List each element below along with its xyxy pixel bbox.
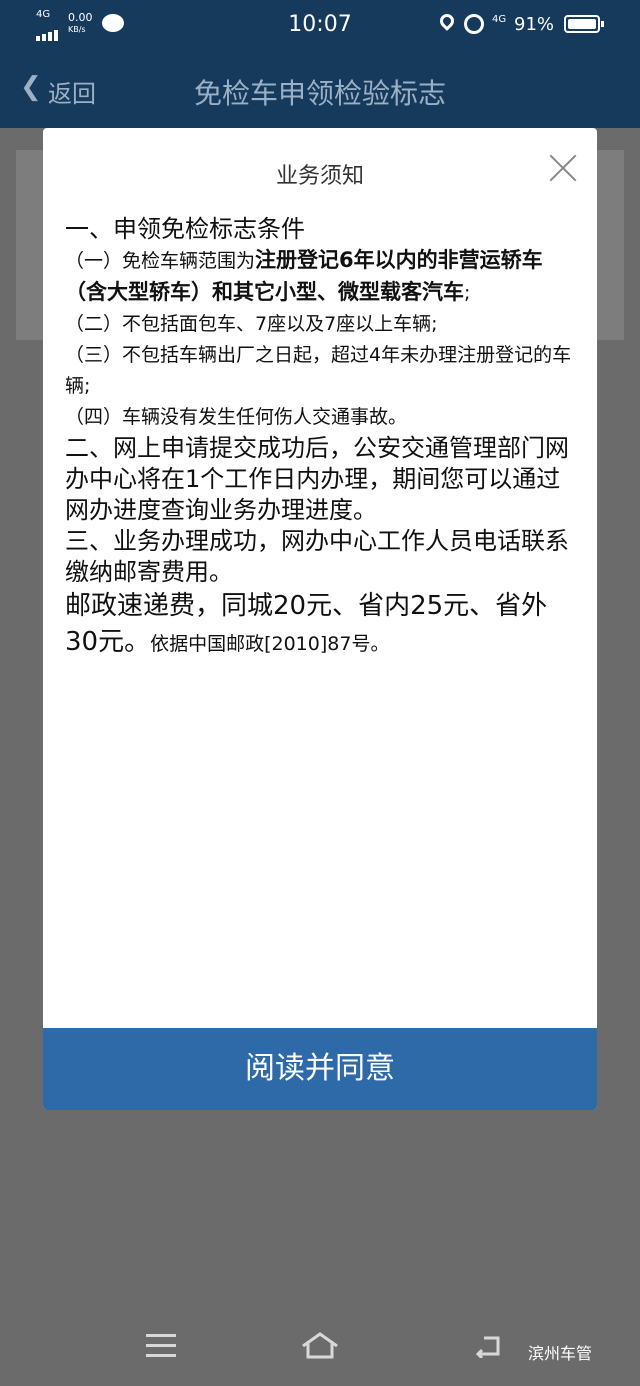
condition-item-2: （二）不包括面包车、7座以及7座以上车辆; bbox=[65, 313, 438, 335]
menu-icon[interactable] bbox=[146, 1334, 176, 1358]
section2-text: 二、网上申请提交成功后，公安交通管理部门网办中心将在1个工作日内办理，期间您可以… bbox=[65, 434, 569, 524]
page-title: 免检车申领检验标志 bbox=[193, 77, 446, 110]
battery-icon bbox=[564, 15, 604, 33]
condition-item-4: （四）车辆没有发生任何伤人交通事故。 bbox=[65, 406, 408, 428]
agree-button[interactable]: 阅读并同意 bbox=[43, 1028, 597, 1110]
condition-item-3: （三）不包括车辆出厂之日起，超过4年未办理注册登记的车辆; bbox=[65, 344, 572, 397]
dialog-title: 业务须知 bbox=[275, 164, 364, 189]
close-icon[interactable] bbox=[547, 152, 579, 184]
system-nav-bar: 滨州车管 bbox=[0, 1310, 640, 1386]
battery-percent: 91% bbox=[514, 14, 555, 35]
notice-dialog: 业务须知 一、申领免检标志条件 （一）免检车辆范围为注册登记6年以内的非营运轿车… bbox=[43, 128, 597, 1110]
back-nav-icon[interactable] bbox=[474, 1334, 502, 1358]
status-bar: 4G 0.00 KB/s 10:07 4G 91% bbox=[0, 0, 640, 52]
alarm-icon bbox=[464, 14, 484, 34]
watermark-text: 滨州车管 bbox=[528, 1344, 593, 1363]
section3-text: 三、业务办理成功，网办中心工作人员电话联系缴纳邮寄费用。 bbox=[65, 527, 569, 586]
home-icon[interactable] bbox=[300, 1330, 340, 1360]
section1-heading: 一、申领免检标志条件 bbox=[65, 215, 305, 243]
fee-text: 邮政速递费，同城20元、省内25元、省外30元。依据中国邮政[2010]87号。 bbox=[65, 591, 548, 657]
network-label: 4G bbox=[492, 14, 507, 25]
condition-item-1: （一）免检车辆范围为注册登记6年以内的非营运轿车（含大型轿车）和其它小型、微型载… bbox=[65, 248, 543, 304]
app-bar: ❮ 返回 免检车申领检验标志 bbox=[0, 52, 640, 128]
dialog-content: 一、申领免检标志条件 （一）免检车辆范围为注册登记6年以内的非营运轿车（含大型轿… bbox=[65, 214, 579, 662]
